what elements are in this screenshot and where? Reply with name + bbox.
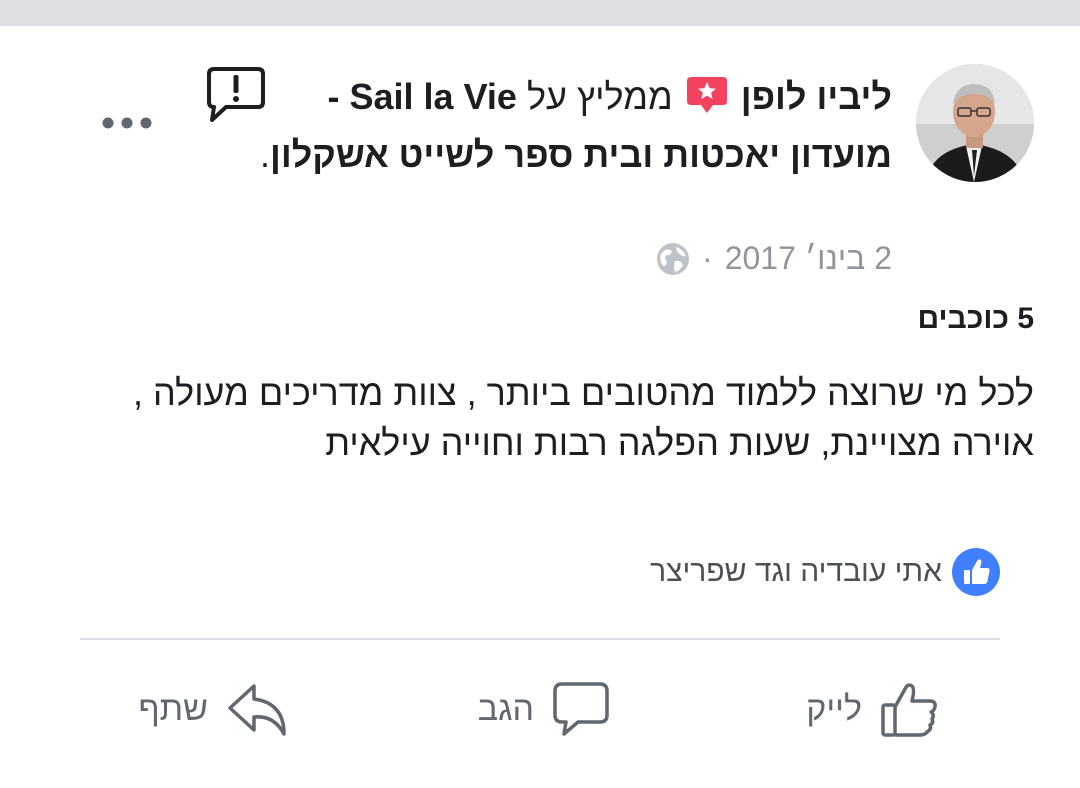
author-avatar[interactable]: [916, 64, 1034, 182]
page-name-latin: Sail la Vie: [349, 76, 517, 117]
top-status-strip: [0, 0, 1080, 26]
post-meta: 2 בינו׳ 2017 ·: [656, 240, 892, 277]
share-button[interactable]: שתף: [139, 674, 289, 744]
avatar-image: [916, 64, 1034, 182]
recommend-badge-icon: [686, 77, 727, 113]
post-header: ליביו לופן ממליץ על Sail la Vie - מועדון…: [252, 68, 892, 184]
like-reaction-icon: [952, 548, 1000, 596]
comment-label: הגב: [477, 689, 534, 728]
divider: [80, 638, 1000, 640]
meta-separator: ·: [702, 240, 713, 276]
report-alert-icon[interactable]: [206, 66, 266, 124]
post-date[interactable]: 2 בינו׳ 2017: [725, 240, 892, 277]
star-rating: 5 כוכבים: [917, 302, 1034, 335]
review-text: לכל מי שרוצה ללמוד מהטובים ביותר , צוות …: [133, 372, 1034, 463]
globe-icon: [657, 242, 690, 275]
comment-bubble-icon: [553, 682, 609, 736]
share-label: שתף: [138, 689, 209, 728]
recommends-text: ממליץ על: [526, 76, 673, 117]
like-label: לייק: [806, 689, 862, 728]
comment-button[interactable]: הגב: [478, 674, 610, 744]
reactions-summary[interactable]: אתי עובדיה וגד שפריצר: [650, 548, 1000, 596]
reaction-names: אתי עובדיה וגד שפריצר: [650, 555, 942, 588]
like-button[interactable]: לייק: [806, 674, 940, 744]
header-period: .: [259, 134, 270, 175]
more-options-icon[interactable]: [100, 108, 154, 138]
share-arrow-icon: [228, 684, 286, 736]
thumbs-up-icon: [881, 683, 937, 737]
author-name[interactable]: ליביו לופן: [741, 76, 892, 117]
